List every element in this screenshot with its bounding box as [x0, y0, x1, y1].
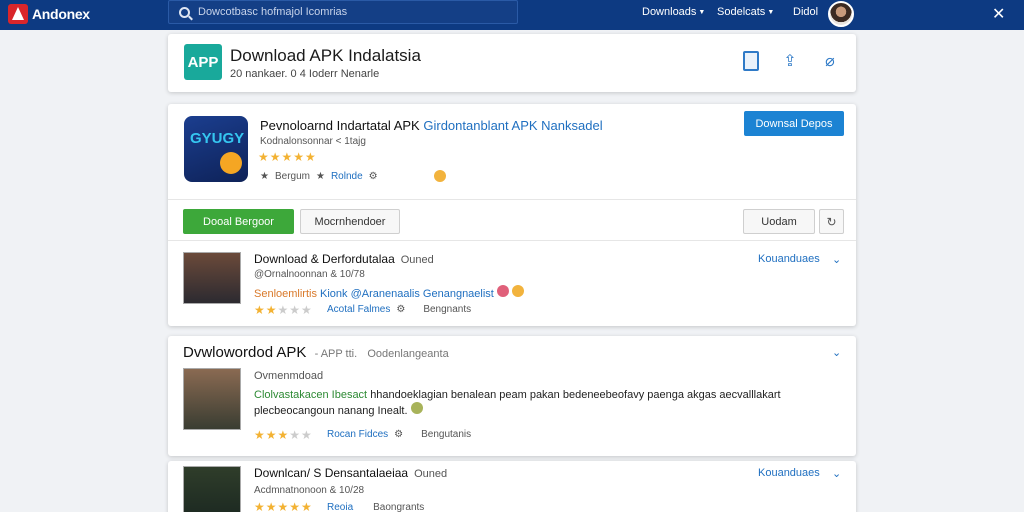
review-title: Dvwlowordod APK - APP tti. Oodenlangeant…: [183, 344, 449, 361]
review-tag: Oodenlangeanta: [367, 348, 449, 360]
top-navigation-bar: Andonex Downloads▼ Sodelcats▼ Didol ✕: [0, 0, 1024, 30]
review-thumbnail: [183, 466, 241, 512]
chevron-down-icon: ▼: [698, 8, 706, 16]
review-title: Downlcan/ S Densantalaeiaa Ouned: [254, 466, 447, 480]
emoji-icon: [410, 402, 423, 414]
brand-name: Andonex: [32, 6, 90, 22]
page-subtitle: 20 nankaer. 0 4 Ioderr Nenarle: [230, 68, 380, 80]
review-footer: Acotal Falmes ⚙ Bengnants: [327, 304, 471, 315]
link-icon[interactable]: ⌀: [819, 50, 841, 72]
review-tag: Ouned: [400, 254, 434, 266]
emoji-icon: [433, 170, 446, 182]
review-footer-link[interactable]: Reoia: [327, 502, 353, 512]
app-subtitle: Kodnalonsonnar < 1tajg: [260, 136, 366, 147]
logo-mark-icon: [8, 4, 28, 24]
download-button[interactable]: Downsal Depos: [744, 111, 844, 136]
review-text-highlight: Clolvastakacen Ibesact: [254, 389, 368, 401]
divider: [168, 199, 856, 200]
nav-didol-link[interactable]: Didol: [793, 6, 818, 18]
brand-logo[interactable]: Andonex: [8, 4, 90, 24]
settings-icon: ⚙: [368, 170, 378, 182]
review-title-text: Downlcan/ S Densantalaeiaa: [254, 466, 409, 480]
nav-downloads-label: Downloads: [642, 6, 697, 18]
review-title: Download & Derfordutalaa Ouned: [254, 252, 434, 266]
review-card: Downlcan/ S Densantalaeiaa Ouned Acdmnatn…: [168, 461, 856, 512]
settings-icon: ⚙: [396, 304, 406, 315]
review-thumbnail: [183, 368, 241, 430]
star-icon: ★: [260, 170, 269, 182]
app-badge-icon: APP: [184, 44, 222, 80]
meta-label-b[interactable]: Rolnde: [331, 171, 363, 182]
review-rating-stars: ★★★★★: [254, 500, 313, 512]
review-footer-label: Bengnants: [423, 304, 472, 315]
review-footer: Reoia Baongrants: [327, 502, 424, 512]
primary-download-button[interactable]: Dooal Bergoor: [183, 209, 294, 234]
review-text-mention: Kionk @Aranenaalis Genangnaelist: [320, 288, 494, 300]
emoji-icon: [512, 285, 524, 297]
page-title: Download APK Indalatsia: [230, 46, 421, 65]
review-footer-link[interactable]: Acotal Falmes: [327, 304, 390, 315]
secondary-button[interactable]: Mocrnhendoer: [300, 209, 400, 234]
app-title: Pevnoloarnd Indartatal APK Girdontanblan…: [260, 118, 603, 133]
close-icon[interactable]: ✕: [992, 4, 1005, 24]
star-icon: ★: [315, 170, 325, 182]
review-title-dim: - APP tti.: [314, 348, 358, 360]
review-title-text: Download & Derfordutalaa: [254, 252, 395, 266]
app-title-main: Pevnoloarnd Indartatal APK: [260, 118, 420, 133]
review-footer-label: Bengutanis: [421, 429, 472, 440]
refresh-button[interactable]: ↻: [819, 209, 844, 234]
divider: [168, 240, 856, 241]
nav-didol-label: Didol: [793, 6, 819, 18]
chevron-down-icon: ▼: [767, 8, 775, 16]
meta-label-a: Bergum: [274, 170, 310, 182]
chevron-down-icon[interactable]: ⌄: [832, 346, 841, 359]
review-text: Clolvastakacen Ibesact hhandoeklagian be…: [254, 388, 824, 418]
share-icon[interactable]: ⇪: [779, 50, 801, 72]
settings-icon: ⚙: [394, 429, 404, 440]
review-rating-stars: ★★★★★: [254, 428, 313, 442]
search-input[interactable]: [198, 6, 498, 18]
review-text-highlight: Senloemlirtis: [254, 288, 317, 300]
nav-categories-label: Sodelcats: [717, 6, 766, 18]
review-meta: @Ornalnoonnan & 10/78: [254, 269, 365, 280]
app-details-card: GYUGY Pevnoloarnd Indartatal APK Girdont…: [168, 104, 856, 326]
page-header-card: APP Download APK Indalatsia 20 nankaer. …: [168, 34, 856, 92]
review-meta: Ovmenmdoad: [254, 370, 324, 382]
emoji-icon: [496, 285, 509, 297]
chevron-down-icon[interactable]: ⌄: [832, 467, 841, 480]
nav-downloads-dropdown[interactable]: Downloads ▼: [642, 6, 705, 18]
review-thumbnail: [183, 252, 241, 304]
review-footer-label: Baongrants: [373, 502, 425, 512]
review-title-text: Dvwlowordod APK: [183, 344, 307, 361]
app-title-highlight: Girdontanblant APK Nanksadel: [423, 118, 603, 133]
user-avatar[interactable]: [828, 1, 854, 27]
search-icon: [179, 6, 190, 18]
review-rating-stars: ★★★★★: [254, 303, 313, 317]
review-meta: Acdmnatnonoon & 10/28: [254, 485, 365, 496]
review-text: Senloemlirtis Kionk @Aranenaalis Genangn…: [254, 285, 524, 301]
document-icon[interactable]: [740, 50, 762, 72]
update-button[interactable]: Uodam: [743, 209, 815, 234]
review-action-link[interactable]: Kouanduaes: [758, 467, 820, 479]
review-action-link[interactable]: Kouanduaes: [758, 253, 820, 265]
review-tag: Ouned: [414, 468, 448, 480]
nav-categories-dropdown[interactable]: Sodelcats ▼: [717, 6, 774, 18]
app-rating-stars: ★★★★★: [258, 150, 317, 164]
app-meta-row: ★ Bergum ★ Rolnde ⚙: [260, 170, 446, 182]
search-box[interactable]: [168, 0, 518, 24]
review-card: Dvwlowordod APK - APP tti. Oodenlangeant…: [168, 336, 856, 456]
app-icon: GYUGY: [184, 116, 248, 182]
chevron-down-icon[interactable]: ⌄: [832, 253, 841, 266]
review-footer: Rocan Fidces ⚙ Bengutanis: [327, 429, 471, 440]
review-footer-link[interactable]: Rocan Fidces: [327, 429, 388, 440]
